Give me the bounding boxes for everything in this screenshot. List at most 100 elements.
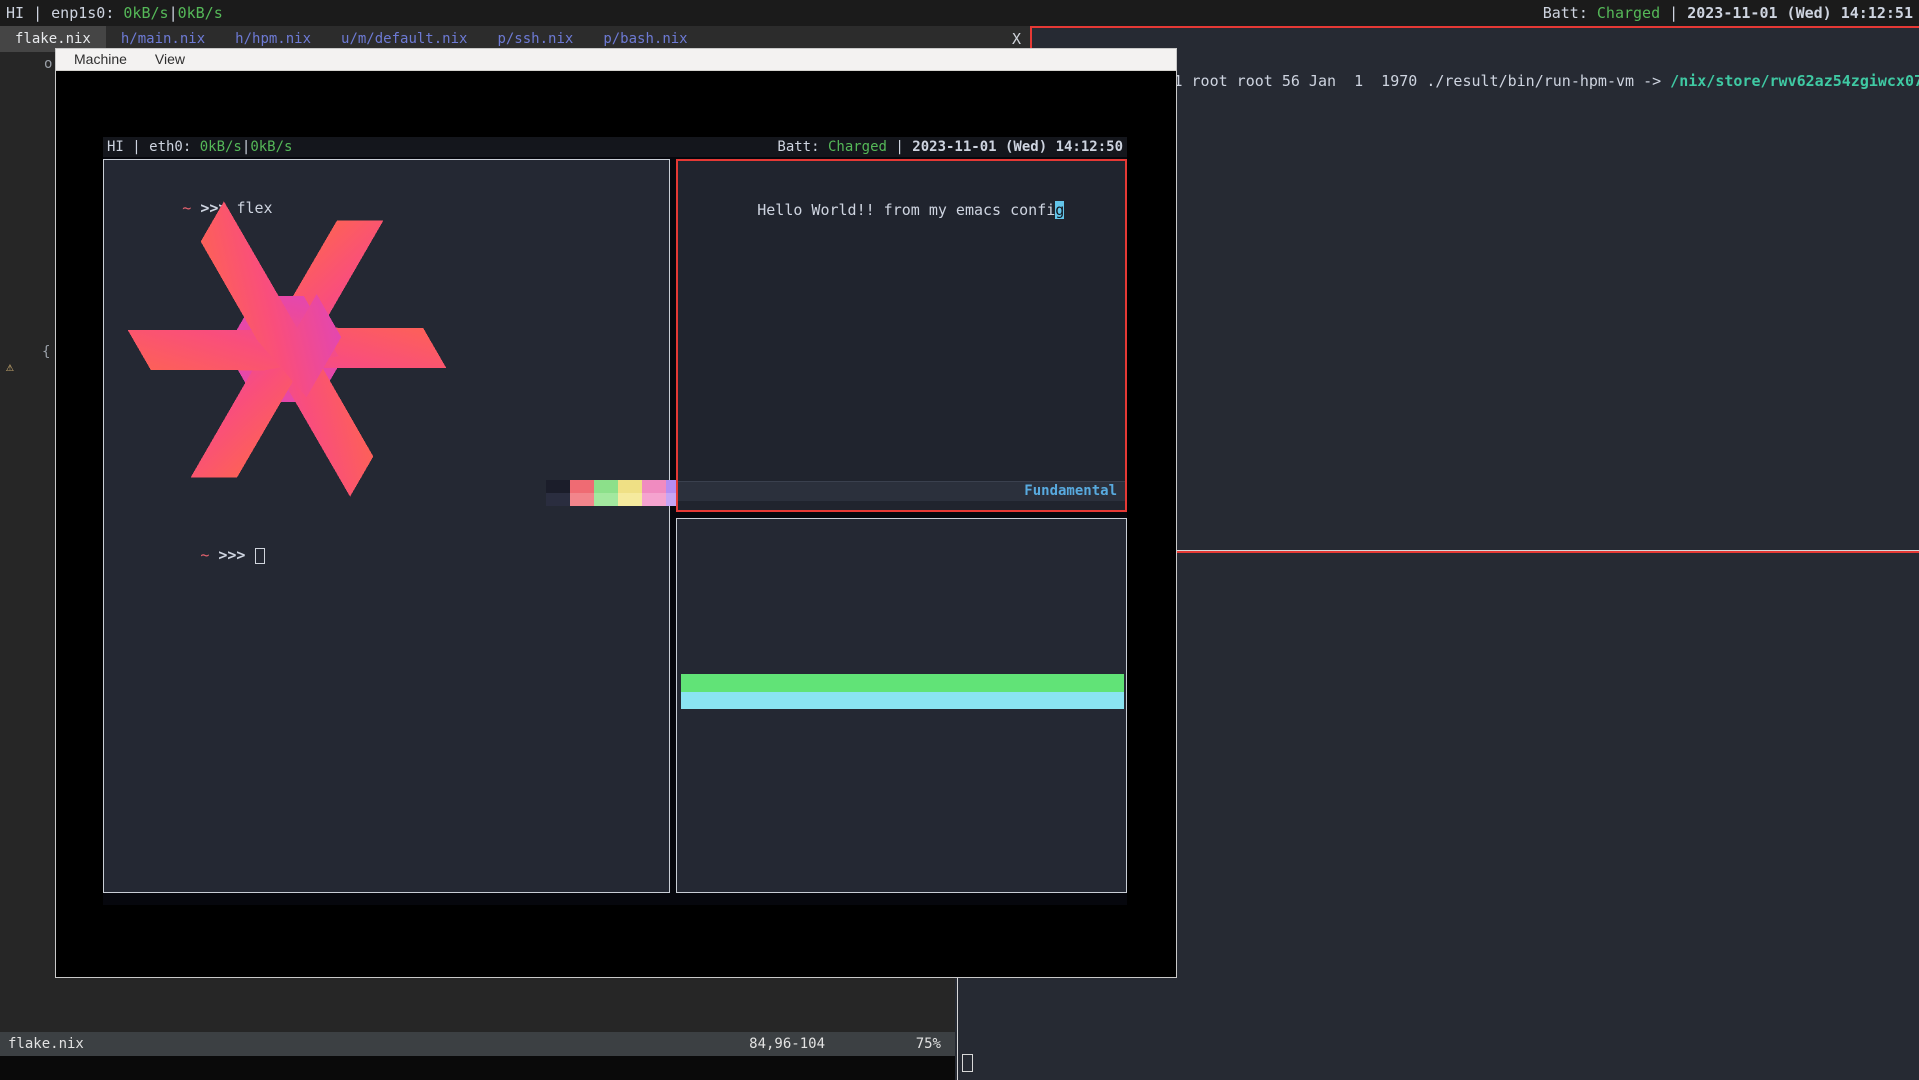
terminal-line: /me/work/config' is dirty (1185, 686, 1919, 704)
terminal-line (1185, 886, 1919, 904)
guest-network-status: HI | eth0: 0kB/s|0kB/s (107, 137, 292, 157)
guest-terminal-window[interactable]: ~ >>> flex (103, 159, 670, 893)
host-terminal-window-nix-errors[interactable]: ntribute/report-a-bug> for how to report… (1177, 551, 1919, 979)
emacs-buffer-text: Hello World!! from my emacs config (685, 165, 1064, 219)
fetch-line: Memory: 1420MiB / 3931Mi (474, 425, 669, 443)
htop-tabs-line[interactable]: Main I/O (685, 651, 887, 668)
terminal-line (1185, 70, 1915, 91)
status-segment: Batt: (1543, 4, 1597, 22)
fetch-line: me@hpm (474, 170, 669, 188)
terminal-line: .loader.grub.version option does not hav… (1185, 923, 1919, 941)
process-row[interactable]: 688 6560 S 0.2 0.1 0:00.18 /nix/store/12… (681, 832, 1124, 850)
guest-emacs-window[interactable]: Hello World!! from my emacs config ● 34 … (676, 159, 1127, 512)
fetch-line: Host: KVM/QEMU (Standard (474, 225, 669, 243)
terminal-line (1185, 448, 1915, 469)
status-segment: HI | eth0: (107, 139, 200, 155)
menu-item[interactable]: Machine (74, 49, 127, 70)
qemu-vm-window[interactable]: MachineView HI | eth0: 0kB/s|0kB/s Batt:… (55, 48, 1177, 978)
process-row[interactable]: 288 3196 R 0.7 0.1 0:00.51 htop (681, 797, 1124, 815)
terminal-line: ardware hpm.qcow2 mods programs result u… (1185, 469, 1915, 490)
terminal-line: y... (963, 976, 1919, 996)
terminal-line (1185, 196, 1915, 217)
process-row[interactable]: 804 36848 S 1.3 1.7 0:01.15 /nix/store/h… (681, 744, 1124, 762)
status-segment: 0kB/s (178, 4, 223, 22)
htop-process-table: RES SHR S CPU%▽MEM% TIME+ Command 472 30… (681, 674, 1124, 867)
statusline-position: 84,96-104 (749, 1032, 825, 1056)
host-terminal-window-warnings[interactable]: y... warning: Git tree '/home/me/work/co… (957, 972, 1919, 1080)
terminal-line: -linux' missing (1185, 705, 1919, 723)
status-segment: 2023-11-01 (Wed) 14:12:50 (912, 139, 1123, 155)
process-row[interactable]: 68M 37892 R 47.1 55.2 0:26.79 /nix/store… (681, 727, 1124, 745)
warning-icon: ⚠ (6, 360, 14, 375)
host-status-bar: HI | enp1s0: 0kB/s|0kB/s Batt: Charged |… (0, 0, 1919, 26)
guest-htop-window[interactable]: 0[|||||||||||||51.7%] 1[|||||||26.0%] 2[… (676, 518, 1127, 893)
terminal-line (1185, 322, 1915, 343)
process-row[interactable]: 472 30468 R 69.0 1.4 0:01.04 /nix/store/… (681, 692, 1124, 710)
fetch-line: Shell: bash 5.2.15 (474, 297, 669, 315)
process-row[interactable]: 660 55920 S 0.7 2.4 0:01.79 alacritty (681, 762, 1124, 780)
fetch-line: ------ (474, 188, 669, 206)
process-row[interactable]: RES SHR S CPU%▽MEM% TIME+ Command (681, 674, 1124, 692)
emacs-modeline: ● 34 *scratch* 1:33 All Fundamental (678, 481, 1125, 501)
fetch-line: CPU: Intel i5-8250U (4) (474, 388, 669, 406)
host-battery-clock: Batt: Charged | 2023-11-01 (Wed) 14:12:5… (1543, 0, 1913, 26)
fetch-line: Uptime: 1 min (474, 261, 669, 279)
host-network-status: HI | enp1s0: 0kB/s|0kB/s (6, 0, 223, 26)
prompt-segment: >>> (218, 546, 254, 564)
terminal-line: ntribute/report-a-bug> for how to report… (1185, 577, 1919, 595)
terminal-line: e created. (1185, 175, 1915, 196)
terminal-line: how detailed location information) (1185, 868, 1919, 886)
terminal-line (1185, 259, 1915, 280)
terminal-cursor (962, 1054, 973, 1072)
qemu-menu-bar: Machine View (56, 49, 1176, 71)
fetch-line: Terminal: alacritty (474, 370, 669, 388)
terminal-line (1185, 343, 1915, 364)
terminal-line: run-hpm-vm (1185, 91, 1915, 112)
fetch-line: OS: NixOS 23.05.20231023 (474, 206, 669, 224)
terminal-line: creating the virtualisation disk image..… (1185, 112, 1915, 133)
terminal-line (1185, 559, 1919, 577)
fkey-line[interactable]: F1Help F2Setup F3SearchF4FilterF5Tree F6… (681, 870, 1124, 887)
shell-prompt[interactable]: ~ >>> (110, 528, 265, 582)
process-row[interactable]: 808 7720 S 0.3 0.1 0:01.17 /run/current-… (681, 814, 1124, 832)
terminal-line (1185, 427, 1915, 448)
code-line: ''; (98, 1013, 956, 1032)
text-segment: g (1055, 201, 1064, 219)
palette-swatch (642, 493, 666, 506)
terminal-cursor (255, 548, 265, 564)
terminal-line: #default... TODO (1185, 777, 1919, 795)
fetch-line: Kernel: 6.1.59 (474, 243, 669, 261)
terminal-line (1185, 723, 1919, 741)
terminal-line: zy_refcounts=off refcount_bits=16 (1185, 154, 1915, 175)
menu-item[interactable]: View (155, 49, 185, 70)
gutter-mark: o (44, 56, 52, 72)
terminal-line (1185, 614, 1919, 632)
screen: HI | enp1s0: 0kB/s|0kB/s Batt: Charged |… (0, 0, 1919, 1080)
process-row[interactable]: 140 5764 S 0.2 0.1 0:00.17 /nix/store/12… (681, 849, 1124, 867)
htop-tasks-summary: Tasks: 31, 71 thr, 82 kth Load average: … (909, 543, 1221, 596)
process-row[interactable]: 496 30612 R 67.7 1.6 0:01.02 /nix/store/… (681, 709, 1124, 727)
process-row[interactable]: 540 53992 S 0.7 2.2 0:00.97 alacritty (681, 779, 1124, 797)
text-segment: Hello World!! from my emacs confi (757, 201, 1055, 219)
terminal-line: /^C (1185, 650, 1919, 668)
terminal-line: /me/work/config' is dirty (1185, 905, 1919, 923)
statusline-filename: flake.nix (8, 1036, 84, 1052)
fetch-line: GPU: Vendor 1234 Device (474, 406, 669, 424)
terminal-line: run-vm = nixpkgs.x86_64-linux.pkgs.write… (1185, 795, 1919, 813)
palette-swatch (570, 493, 594, 506)
fetch-line: Resolution: 1024x768 (474, 316, 669, 334)
emacs-major-mode: Fundamental (1024, 482, 1117, 501)
status-segment: | (1660, 4, 1687, 22)
terminal-line: ardware hpm.qcow2 mods programs result u… (1185, 385, 1915, 406)
terminal-line: k/config/hpm.qcow2', fmt=qcow2 cluster_s… (1185, 133, 1915, 154)
htop-function-keys: F1Help F2Setup F3SearchF4FilterF5Tree F6… (681, 870, 1124, 887)
fetch-line: Packages: 619 (nix-syste (474, 279, 669, 297)
terminal-line: trace: warning: The boot.loader.grub.ver… (963, 1016, 1919, 1036)
terminal-line: warning: Git tree '/home/me/work/config'… (963, 996, 1919, 1016)
editor-code[interactable]: run-vm = specialArgs.pkgs.writeScriptBin… (98, 975, 956, 1032)
status-segment: | (887, 139, 912, 155)
status-segment: | (169, 4, 178, 22)
terminal-line (1185, 364, 1915, 385)
terminal-line (1185, 49, 1915, 70)
prompt-segment: ~ (200, 546, 218, 564)
